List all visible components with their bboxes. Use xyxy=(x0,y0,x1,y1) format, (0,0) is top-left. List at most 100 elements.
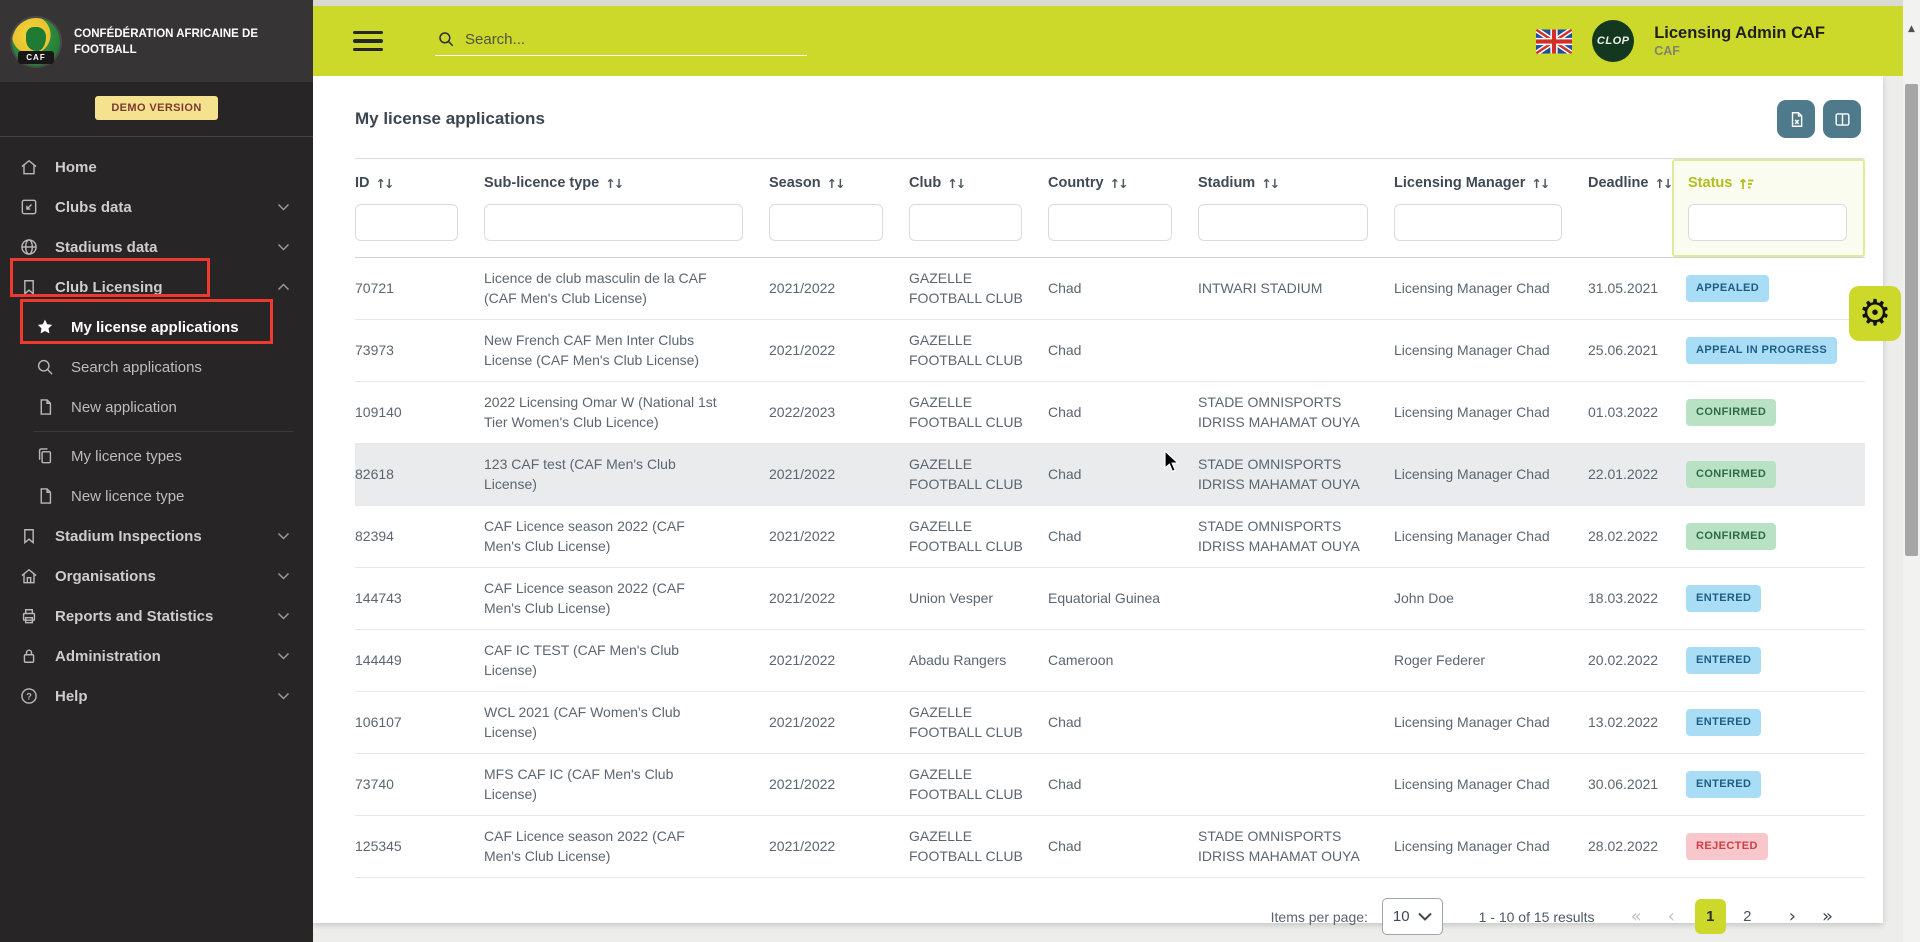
export-excel-button[interactable] xyxy=(1777,100,1815,138)
sidebar-item-clubs-data[interactable]: Clubs data xyxy=(0,187,313,227)
printer-icon xyxy=(18,605,40,627)
prev-page-button[interactable]: ‹ xyxy=(1662,904,1681,929)
filter-input-status[interactable] xyxy=(1688,204,1847,241)
table-row[interactable]: 70721 Licence de club masculin de la CAF … xyxy=(355,258,1865,320)
table-row[interactable]: 144743 CAF Licence season 2022 (CAF Men's… xyxy=(355,568,1865,630)
sidebar-divider xyxy=(0,136,313,137)
caf-logo-text: CAF xyxy=(18,51,54,64)
cell-id: 70721 xyxy=(355,279,394,296)
table-row[interactable]: 125345 CAF Licence season 2022 (CAF Men's… xyxy=(355,816,1865,878)
sidebar-item-label: Stadium Inspections xyxy=(55,527,202,545)
cell-deadline: 01.03.2022 xyxy=(1588,403,1659,420)
cell-deadline: 13.02.2022 xyxy=(1588,713,1659,730)
cell-season: 2022/2023 xyxy=(769,403,836,420)
applications-table: ID ↑↓ Sub-licence type ↑↓ Season ↑↓ Club ↑↓ Coun… xyxy=(355,158,1865,878)
cell-id: 73973 xyxy=(355,341,394,358)
cell-stadium: STADE OMNISPORTS IDRISS MAHAMAT OUYA xyxy=(1198,393,1360,430)
cell-deadline: 22.01.2022 xyxy=(1588,465,1659,482)
sidebar-item-organisations[interactable]: Organisations xyxy=(0,556,313,596)
filter-input-country[interactable] xyxy=(1048,204,1172,241)
sidebar-item-label: Search applications xyxy=(71,358,202,376)
search-input[interactable] xyxy=(465,30,805,48)
sidebar-item-stadiums-data[interactable]: Stadiums data xyxy=(0,227,313,267)
cell-status: CONFIRMED xyxy=(1686,506,1865,567)
cell-status: CONFIRMED xyxy=(1686,382,1865,443)
status-badge: REJECTED xyxy=(1686,832,1768,861)
svg-text:?: ? xyxy=(26,691,32,701)
page-scrollbar[interactable]: ▲ xyxy=(1903,0,1920,942)
cell-country: Chad xyxy=(1048,403,1082,420)
column-header-club: Club ↑↓ xyxy=(909,175,1048,241)
column-label[interactable]: Stadium ↑↓ xyxy=(1198,175,1384,191)
cell-season: 2021/2022 xyxy=(769,527,836,544)
filter-input-id[interactable] xyxy=(355,204,458,241)
filter-input-licensing-manager[interactable] xyxy=(1394,204,1562,241)
user-avatar[interactable]: CLOP xyxy=(1592,20,1635,62)
sidebar-item-my-license-applications[interactable]: My license applications xyxy=(0,307,313,347)
column-label[interactable]: Season ↑↓ xyxy=(769,175,899,191)
column-settings-button[interactable] xyxy=(1823,100,1861,138)
sidebar-item-stadium-inspections[interactable]: Stadium Inspections xyxy=(0,516,313,556)
search-icon xyxy=(439,32,454,47)
column-label[interactable]: Sub-licence type ↑↓ xyxy=(484,175,759,191)
table-row[interactable]: 82394 CAF Licence season 2022 (CAF Men's … xyxy=(355,506,1865,568)
sidebar-item-new-licence-type[interactable]: New licence type xyxy=(0,476,313,516)
chevron-down-icon xyxy=(276,531,291,541)
sidebar-item-label: New application xyxy=(71,398,177,416)
items-per-page-label: Items per page: xyxy=(1270,908,1368,925)
hamburger-menu-button[interactable] xyxy=(353,30,383,52)
chevron-down-icon xyxy=(276,691,291,701)
last-page-button[interactable]: » xyxy=(1816,904,1839,929)
table-row[interactable]: 144449 CAF IC TEST (CAF Men's Club Licens… xyxy=(355,630,1865,692)
sort-icon: ↑↓ xyxy=(826,175,846,191)
page-button-1[interactable]: 1 xyxy=(1694,899,1726,934)
star-icon xyxy=(34,316,56,338)
scrollbar-up-arrow-icon[interactable]: ▲ xyxy=(1903,24,1920,34)
user-menu[interactable]: Licensing Admin CAF CAF xyxy=(1654,23,1825,59)
cell-status: APPEAL IN PROGRESS xyxy=(1686,320,1865,381)
sidebar-item-club-licensing[interactable]: Club Licensing xyxy=(0,267,313,307)
sidebar-item-reports-and-statistics[interactable]: Reports and Statistics xyxy=(0,596,313,636)
next-page-button[interactable]: › xyxy=(1783,904,1802,929)
table-row[interactable]: 82618 123 CAF test (CAF Men's Club Licens… xyxy=(355,444,1865,506)
column-label[interactable]: Status xyxy=(1688,175,1851,191)
cell-type: New French CAF Men Inter Clubs License (… xyxy=(484,331,700,368)
settings-gear-button[interactable]: ⚙ xyxy=(1849,286,1901,341)
page-size-select[interactable]: 10 xyxy=(1381,898,1443,935)
column-label[interactable]: Country ↑↓ xyxy=(1048,175,1188,191)
cell-club: Union Vesper xyxy=(909,589,994,606)
table-row[interactable]: 109140 2022 Licensing Omar W (National 1s… xyxy=(355,382,1865,444)
sidebar-item-search-applications[interactable]: Search applications xyxy=(0,347,313,387)
status-badge: ENTERED xyxy=(1686,770,1762,799)
filter-input-season[interactable] xyxy=(769,204,883,241)
sidebar-item-new-application[interactable]: New application xyxy=(0,387,313,427)
column-label[interactable]: ID ↑↓ xyxy=(355,175,474,191)
column-header-country: Country ↑↓ xyxy=(1048,175,1198,241)
cell-id: 109140 xyxy=(355,403,402,420)
sidebar-item-help[interactable]: ? Help xyxy=(0,676,313,716)
page-button-2[interactable]: 2 xyxy=(1732,899,1763,934)
table-row[interactable]: 73973 New French CAF Men Inter Clubs Lice… xyxy=(355,320,1865,382)
table-row[interactable]: 106107 WCL 2021 (CAF Women's Club License… xyxy=(355,692,1865,754)
sidebar-item-my-licence-types[interactable]: My licence types xyxy=(0,436,313,476)
sidebar-section-divider xyxy=(34,431,293,432)
table-row[interactable]: 73740 MFS CAF IC (CAF Men's Club License)… xyxy=(355,754,1865,816)
cell-club: GAZELLE FOOTBALL CLUB xyxy=(909,455,1023,492)
column-label[interactable]: Club ↑↓ xyxy=(909,175,1038,191)
scrollbar-thumb[interactable] xyxy=(1905,84,1918,556)
filter-input-club[interactable] xyxy=(909,204,1022,241)
column-label[interactable]: Licensing Manager ↑↓ xyxy=(1394,175,1578,191)
column-header-stadium: Stadium ↑↓ xyxy=(1198,175,1394,241)
sidebar-item-home[interactable]: Home xyxy=(0,147,313,187)
cell-season: 2021/2022 xyxy=(769,713,836,730)
sidebar-item-administration[interactable]: Administration xyxy=(0,636,313,676)
table-header-row: ID ↑↓ Sub-licence type ↑↓ Season ↑↓ Club ↑↓ Coun… xyxy=(355,158,1865,258)
cell-manager: Licensing Manager Chad xyxy=(1394,527,1550,544)
cell-type: MFS CAF IC (CAF Men's Club License) xyxy=(484,765,674,802)
language-flag-uk-icon[interactable] xyxy=(1536,28,1573,54)
filter-input-sub-licence-type[interactable] xyxy=(484,204,743,241)
first-page-button[interactable]: « xyxy=(1625,904,1648,929)
column-label[interactable]: Deadline ↑↓ xyxy=(1588,175,1676,191)
cell-season: 2021/2022 xyxy=(769,651,836,668)
filter-input-stadium[interactable] xyxy=(1198,204,1368,241)
